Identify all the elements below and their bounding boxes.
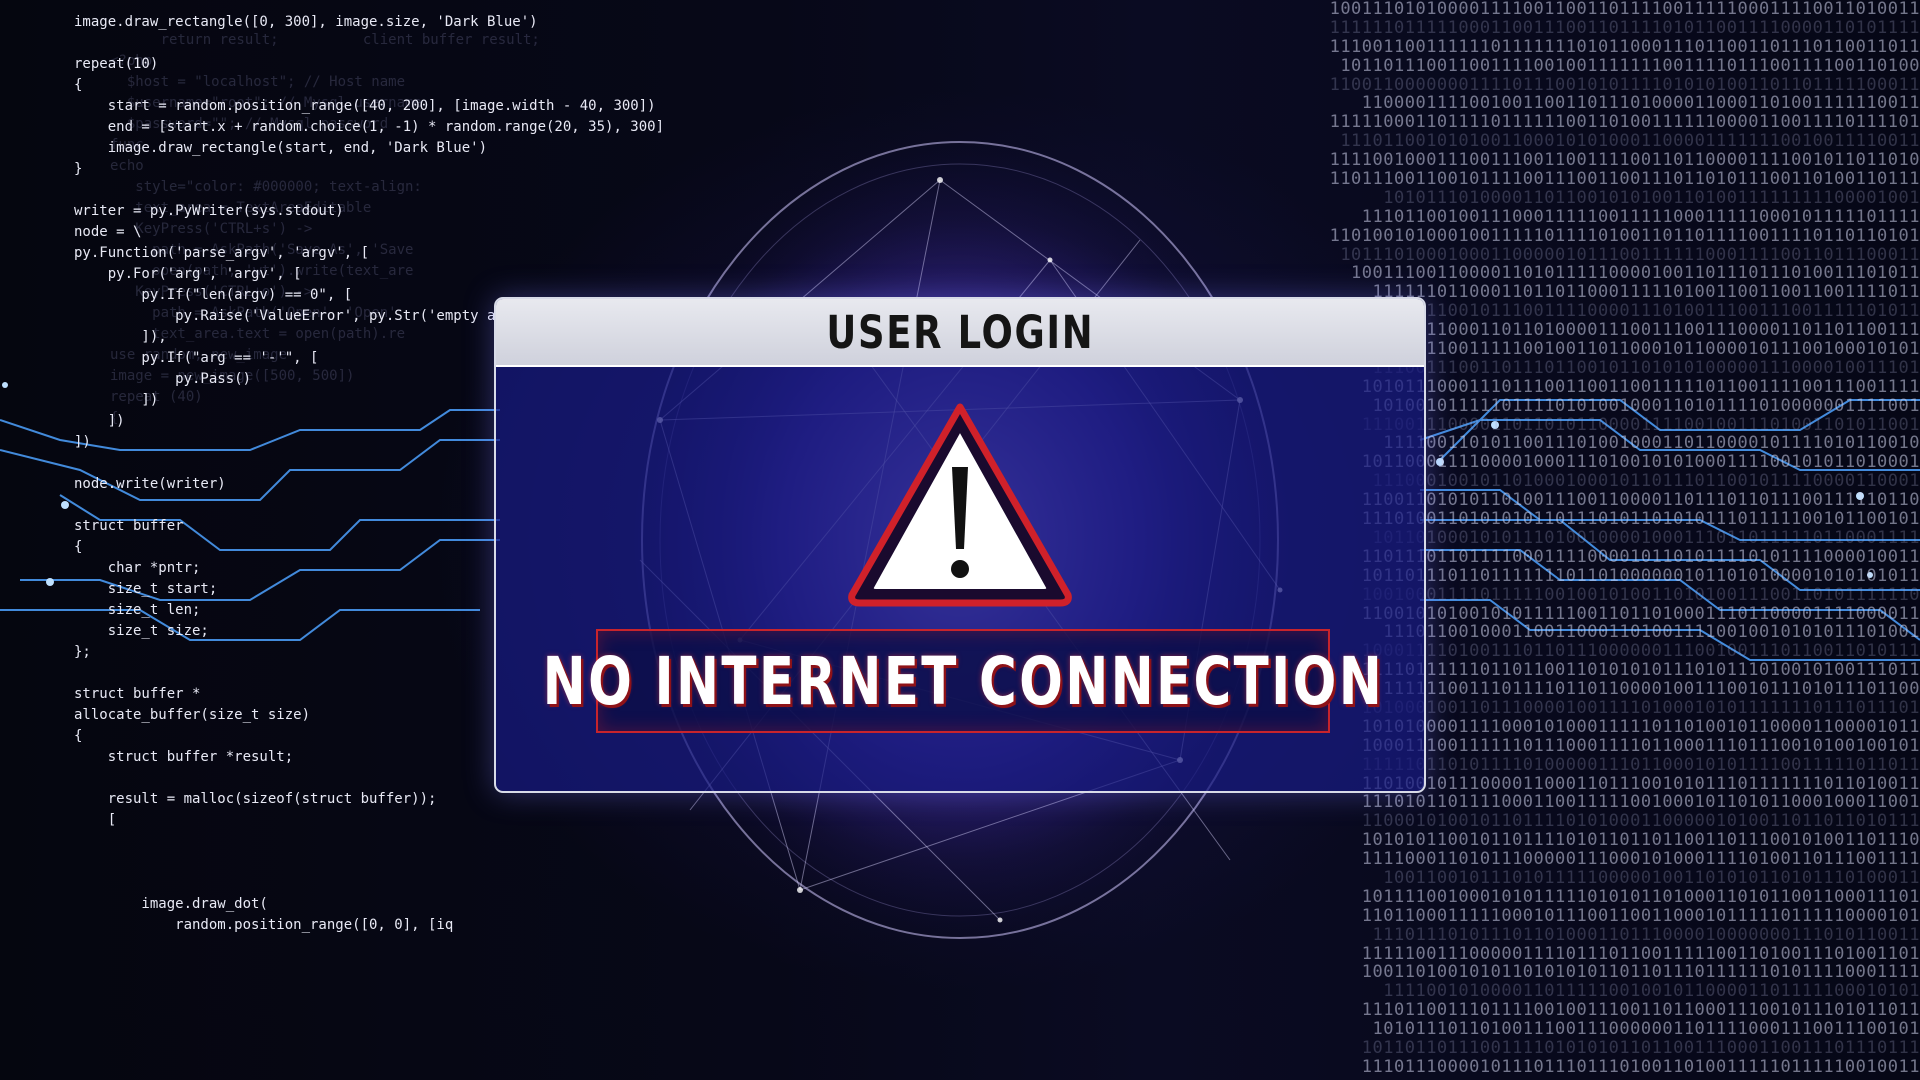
binary-line: 1010101100101101111010110110110011011100… — [1361, 830, 1920, 851]
dialog-title: USER LOGIN — [826, 305, 1094, 359]
binary-line: 1011011100110011110010011111110011110111… — [1340, 55, 1920, 76]
code-line: image.draw_rectangle(start, end, 'Dark B… — [74, 140, 488, 156]
binary-line: 1111110111110001100111001101111010110011… — [1329, 17, 1920, 38]
binary-line: 1110011001111110111111101011000111011001… — [1329, 36, 1920, 57]
code-line: random.position_range([0, 0], [iq — [74, 917, 454, 933]
binary-line: 1001100101110101111100000100110101011010… — [1383, 867, 1920, 888]
binary-line: 1010111011010011100111000000110111100011… — [1372, 1019, 1920, 1040]
binary-line: 1111000110101110000011100010100011110100… — [1361, 849, 1920, 870]
binary-line: 1100001111001001100110111010000110001101… — [1361, 93, 1920, 114]
binary-line: 1100010100101101111010100011000001010011… — [1361, 811, 1920, 832]
code-line: start = random.position_range([40, 200],… — [74, 98, 656, 114]
binary-line: 1001110011000011010111110000100110111011… — [1351, 263, 1920, 284]
code-line: repeat(10) — [74, 56, 159, 72]
background-scene: return result; client buffer result; <?ph… — [0, 0, 1920, 1080]
code-line: end = [start.x + random.choice(1, -1) * … — [74, 119, 665, 135]
error-message: NO INTERNET CONNECTION — [542, 642, 1384, 720]
code-line: [ — [74, 812, 117, 828]
code-line: { — [74, 77, 83, 93]
binary-line: 1001110101000011110011001101111001111100… — [1329, 0, 1920, 19]
binary-line: 1010111010000110110010101001101001111111… — [1383, 187, 1920, 208]
binary-line: 1011101000100011000001011100111111000111… — [1340, 244, 1920, 265]
binary-line: 1110110010011100011111001111100011111000… — [1361, 206, 1920, 227]
binary-line: 1100110000000111101110010101111010101001… — [1329, 74, 1920, 95]
login-dialog: USER LOGIN NO INTERNET CONNECTION — [494, 297, 1426, 793]
binary-line: 1110101101111000110011111001000101101011… — [1361, 792, 1920, 813]
dialog-header: USER LOGIN — [496, 299, 1424, 367]
binary-line: 1111100011011110111111001101001111110000… — [1329, 112, 1920, 133]
binary-line: 1101001010001001111101111010011011011110… — [1329, 225, 1920, 246]
binary-line: 1111001000111001110011001111001101100001… — [1329, 150, 1920, 171]
binary-line: 1110111010111011010001101110000100000001… — [1372, 924, 1920, 945]
code-line: image.draw_dot( — [74, 896, 268, 912]
code-line: writer = py.PyWriter(sys.stdout) — [74, 203, 344, 219]
binary-line: 1101100011111000101110011001100010111110… — [1361, 905, 1920, 926]
binary-line: 1101110011001011110011100110011101101011… — [1329, 169, 1920, 190]
warning-triangle-icon — [848, 403, 1072, 607]
binary-line: 1001101001010110101010110110111011111101… — [1361, 962, 1920, 983]
binary-line: 1110111000010111011101110100110100111110… — [1361, 1056, 1920, 1077]
code-line: py.For('arg', 'argv', [ — [74, 266, 302, 282]
error-banner: NO INTERNET CONNECTION — [542, 629, 1381, 733]
binary-line: 1111100111000001111011101100111110011010… — [1361, 943, 1920, 964]
code-line: py.Function('parse_argv', 'argv', [ — [74, 245, 370, 261]
code-line: image.draw_rectangle([0, 300], image.siz… — [74, 14, 538, 30]
binary-line: 1011110010001010111110101011010001101011… — [1361, 886, 1920, 907]
binary-line: 1111001010000110111110010010110000110111… — [1383, 981, 1920, 1002]
binary-line: 1110110011101111001001110011011000111001… — [1361, 1000, 1920, 1021]
binary-line: 1011011011100111101010101101100111000110… — [1361, 1037, 1920, 1058]
code-line: node = \ — [74, 224, 142, 240]
code-line: } — [74, 161, 83, 177]
binary-line: 1110110010101001100010101000110000111111… — [1340, 131, 1920, 152]
